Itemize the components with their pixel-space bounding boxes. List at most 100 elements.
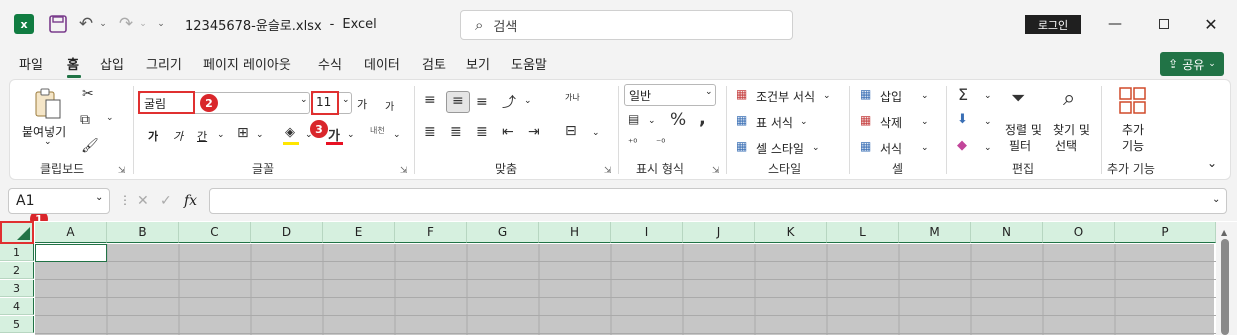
tab-draw[interactable]: 그리기 bbox=[146, 54, 182, 73]
column-header[interactable]: M bbox=[899, 222, 971, 243]
column-header[interactable]: E bbox=[323, 222, 395, 243]
percent-icon[interactable]: % bbox=[670, 110, 686, 130]
autosum-icon[interactable]: Σ bbox=[958, 85, 968, 104]
dialog-launcher-icon[interactable]: ⇲ bbox=[400, 166, 408, 176]
chevron-down-icon[interactable]: ⌄ bbox=[800, 117, 808, 127]
chevron-down-icon[interactable]: ⌄ bbox=[524, 96, 532, 106]
column-header[interactable]: N bbox=[971, 222, 1043, 243]
tab-review[interactable]: 검토 bbox=[422, 54, 446, 73]
undo-icon[interactable]: ↶ bbox=[76, 14, 96, 34]
fill-color-icon[interactable]: ◈ bbox=[283, 125, 301, 145]
cell-styles-icon[interactable]: ▦ bbox=[736, 139, 747, 153]
share-button[interactable]: ⇪ 공유 ⌄ bbox=[1160, 52, 1224, 76]
conditional-formatting-icon[interactable]: ▦ bbox=[736, 87, 747, 101]
sort-filter-label-1[interactable]: 정렬 및 bbox=[1005, 121, 1042, 138]
italic-button[interactable]: 가 bbox=[173, 128, 183, 144]
number-format-combo[interactable]: 일반 ⌄ bbox=[624, 84, 716, 106]
dialog-launcher-icon[interactable]: ⇲ bbox=[712, 166, 720, 176]
formula-input[interactable] bbox=[209, 188, 1227, 214]
column-header[interactable]: H bbox=[539, 222, 611, 243]
minimize-icon[interactable]: — bbox=[1105, 14, 1125, 34]
dialog-launcher-icon[interactable]: ⇲ bbox=[118, 166, 126, 176]
chevron-down-icon[interactable]: ⌄ bbox=[984, 143, 992, 153]
chevron-down-icon[interactable]: ⌄ bbox=[984, 117, 992, 127]
column-header[interactable]: O bbox=[1043, 222, 1115, 243]
sort-filter-icon[interactable]: ⏷ bbox=[1011, 88, 1025, 109]
comma-style-icon[interactable]: , bbox=[699, 108, 706, 129]
accounting-format-icon[interactable]: ▤ bbox=[628, 112, 639, 126]
column-header[interactable]: P bbox=[1115, 222, 1216, 243]
collapse-ribbon-icon[interactable]: ⌄ bbox=[1207, 156, 1217, 170]
format-cells-button[interactable]: 서식 bbox=[880, 140, 902, 157]
column-header[interactable]: B bbox=[107, 222, 179, 243]
add-ins-label-1[interactable]: 추가 bbox=[1122, 121, 1144, 138]
shrink-font-button[interactable]: 가 bbox=[385, 98, 394, 113]
cancel-icon[interactable]: ✕ bbox=[137, 193, 149, 209]
column-header[interactable]: L bbox=[827, 222, 899, 243]
format-painter-icon[interactable]: 🖌 bbox=[81, 138, 99, 154]
align-left-icon[interactable]: ≣ bbox=[424, 124, 436, 140]
chevron-down-icon[interactable]: ⌄ bbox=[106, 113, 114, 123]
scroll-thumb[interactable] bbox=[1221, 239, 1229, 335]
chevron-down-icon[interactable]: ⌄ bbox=[256, 130, 264, 140]
maximize-icon[interactable] bbox=[1154, 14, 1174, 34]
fill-icon[interactable]: ⬇ bbox=[957, 112, 968, 127]
tab-home[interactable]: 홈 bbox=[67, 54, 79, 73]
chevron-down-icon[interactable]: ⌄ bbox=[44, 137, 52, 147]
tab-formulas[interactable]: 수식 bbox=[318, 54, 342, 73]
insert-function-icon[interactable]: fx bbox=[184, 193, 197, 209]
chevron-down-icon[interactable]: ⌄ bbox=[347, 130, 355, 140]
column-header[interactable]: D bbox=[251, 222, 323, 243]
tab-view[interactable]: 보기 bbox=[466, 54, 490, 73]
chevron-down-icon[interactable]: ⌄ bbox=[921, 117, 929, 127]
sort-filter-label-2[interactable]: 필터 bbox=[1009, 137, 1031, 154]
tab-insert[interactable]: 삽입 bbox=[100, 54, 124, 73]
font-color-icon[interactable]: 가 bbox=[326, 124, 344, 146]
delete-cells-icon[interactable]: ▦ bbox=[860, 113, 871, 127]
tab-help[interactable]: 도움말 bbox=[511, 54, 547, 73]
orientation-icon[interactable]: ⤴ bbox=[502, 92, 516, 112]
row-header[interactable]: 2 bbox=[0, 262, 34, 279]
find-select-icon[interactable]: ⌕ bbox=[1063, 86, 1075, 111]
redo-icon[interactable]: ↷ bbox=[116, 14, 136, 34]
column-header[interactable]: C bbox=[179, 222, 251, 243]
column-header[interactable]: F bbox=[395, 222, 467, 243]
copy-icon[interactable]: ⧉ bbox=[80, 112, 90, 128]
chevron-down-icon[interactable]: ⌄ bbox=[823, 91, 831, 101]
bold-button[interactable]: 가 bbox=[148, 128, 158, 144]
search-box[interactable]: ⌕ 검색 bbox=[460, 10, 793, 40]
paste-icon[interactable] bbox=[33, 88, 63, 120]
add-ins-icon[interactable] bbox=[1119, 87, 1147, 115]
save-icon[interactable] bbox=[48, 14, 68, 34]
clear-icon[interactable]: ◆ bbox=[957, 138, 967, 153]
align-middle-button[interactable]: ≡ bbox=[446, 91, 470, 113]
expand-formula-icon[interactable]: ⌄ bbox=[1212, 194, 1220, 205]
tab-file[interactable]: 파일 bbox=[19, 54, 43, 73]
chevron-down-icon[interactable]: ⌄ bbox=[97, 14, 109, 34]
conditional-formatting-button[interactable]: 조건부 서식 bbox=[756, 88, 815, 105]
tab-page-layout[interactable]: 페이지 레이아웃 bbox=[203, 54, 291, 73]
row-header[interactable]: 4 bbox=[0, 298, 34, 315]
close-icon[interactable]: ✕ bbox=[1201, 14, 1221, 34]
chevron-down-icon[interactable]: ⌄ bbox=[393, 130, 401, 140]
delete-cells-button[interactable]: 삭제 bbox=[880, 114, 902, 131]
merge-center-icon[interactable]: ⊟ bbox=[565, 123, 577, 139]
chevron-down-icon[interactable]: ⌄ bbox=[648, 116, 656, 126]
border-icon[interactable]: ⊞ bbox=[237, 125, 249, 141]
insert-cells-button[interactable]: 삽입 bbox=[880, 88, 902, 105]
column-header[interactable]: A bbox=[35, 222, 107, 243]
row-header[interactable]: 3 bbox=[0, 280, 34, 297]
chevron-down-icon[interactable]: ⌄ bbox=[984, 91, 992, 101]
chevron-down-icon[interactable]: ⌄ bbox=[592, 128, 600, 138]
scroll-up-icon[interactable]: ▲ bbox=[1221, 228, 1227, 237]
underline-button[interactable]: 간 bbox=[197, 128, 207, 144]
chevron-down-icon[interactable]: ⌄ bbox=[812, 143, 820, 153]
enter-icon[interactable]: ✓ bbox=[160, 193, 172, 209]
add-ins-label-2[interactable]: 기능 bbox=[1122, 137, 1144, 154]
tab-data[interactable]: 데이터 bbox=[364, 54, 400, 73]
increase-decimal-icon[interactable]: ⁺⁰ bbox=[628, 138, 637, 149]
format-cells-icon[interactable]: ▦ bbox=[860, 139, 871, 153]
insert-cells-icon[interactable]: ▦ bbox=[860, 87, 871, 101]
wrap-text-button[interactable]: 가나 bbox=[565, 92, 580, 103]
align-right-icon[interactable]: ≣ bbox=[476, 124, 488, 140]
